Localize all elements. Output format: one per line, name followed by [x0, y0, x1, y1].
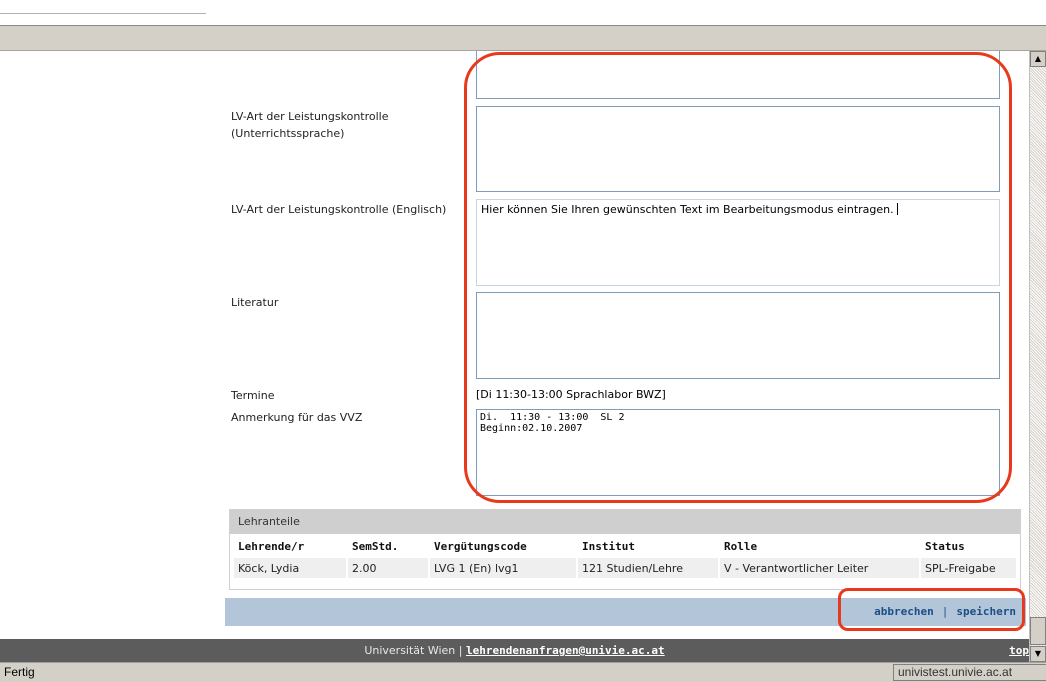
lehranteile-title: Lehranteile: [230, 510, 1020, 534]
cell-status: SPL-Freigabe: [921, 558, 1016, 578]
lv-art-englisch-text: Hier können Sie Ihren gewünschten Text i…: [481, 203, 894, 216]
text-cursor: [896, 203, 898, 215]
status-text: Fertig: [4, 665, 35, 679]
cell-lehrende: Köck, Lydia: [234, 558, 346, 578]
cancel-link[interactable]: abbrechen: [874, 605, 934, 618]
anmerkung-label: Anmerkung für das VVZ: [231, 411, 363, 424]
literatur-textarea[interactable]: [476, 292, 1000, 379]
action-links: abbrechen | speichern: [874, 598, 1016, 626]
lv-art-unterricht-label-line2: (Unterrichtssprache): [231, 127, 345, 140]
footer-email-link[interactable]: lehrendenanfragen@univie.ac.at: [466, 644, 665, 657]
column-header-status: Status: [925, 539, 965, 553]
browser-status-bar: Fertig univistest.univie.ac.at: [0, 662, 1046, 682]
column-header-semstd: SemStd.: [352, 539, 399, 553]
table-header-row: Lehrende/r SemStd. Vergütungscode Instit…: [234, 536, 1016, 556]
lv-art-unterricht-label-line1: LV-Art der Leistungskontrolle: [231, 110, 389, 123]
lv-art-englisch-editor[interactable]: Hier können Sie Ihren gewünschten Text i…: [476, 199, 1000, 286]
scroll-thumb[interactable]: [1030, 617, 1046, 645]
column-header-institut: Institut: [582, 539, 635, 553]
lv-art-unterricht-label: LV-Art der Leistungskontrolle (Unterrich…: [231, 108, 389, 142]
column-header-rolle: Rolle: [724, 539, 758, 553]
page-content: LV-Art der Leistungskontrolle (Unterrich…: [0, 51, 1029, 639]
column-header-lehrende: Lehrende/r: [238, 539, 305, 553]
anmerkung-textarea[interactable]: Di. 11:30 - 13:00 SL 2 Beginn:02.10.2007: [476, 409, 1000, 496]
browser-tab-strip: [0, 0, 206, 14]
save-link[interactable]: speichern: [956, 605, 1016, 618]
footer-center: Universität Wien | lehrendenanfragen@uni…: [0, 639, 1029, 662]
previous-textarea[interactable]: [476, 51, 1000, 99]
cell-rolle: V - Verantwortlicher Leiter: [720, 558, 919, 578]
action-separator: |: [941, 605, 949, 618]
cell-institut: 121 Studien/Lehre: [578, 558, 718, 578]
termine-label: Termine: [231, 389, 275, 402]
footer-org: Universität Wien |: [364, 644, 463, 657]
browser-top-bar: [0, 0, 1046, 26]
column-header-verguetungscode: Vergütungscode: [434, 539, 527, 553]
cell-verguetungscode: LVG 1 (En) lvg1: [430, 558, 576, 578]
lv-art-englisch-label: LV-Art der Leistungskontrolle (Englisch): [231, 203, 447, 216]
page-footer: Universität Wien | lehrendenanfragen@uni…: [0, 639, 1029, 662]
cell-semstd: 2.00: [348, 558, 428, 578]
action-bar: abbrechen | speichern: [225, 598, 1026, 626]
lehranteile-table: Lehrende/r SemStd. Vergütungscode Instit…: [232, 534, 1018, 580]
status-host: univistest.univie.ac.at: [893, 664, 1046, 681]
literatur-label: Literatur: [231, 296, 279, 309]
vertical-scrollbar[interactable]: ▲ ▼: [1029, 51, 1046, 662]
lehranteile-panel: Lehranteile Lehrende/r SemStd. Vergütung…: [229, 509, 1021, 590]
table-row: Köck, Lydia 2.00 LVG 1 (En) lvg1 121 Stu…: [234, 558, 1016, 578]
lv-art-unterricht-textarea[interactable]: [476, 106, 1000, 192]
scroll-up-icon[interactable]: ▲: [1030, 51, 1046, 67]
scroll-down-icon[interactable]: ▼: [1030, 646, 1046, 662]
top-link[interactable]: top: [1009, 639, 1029, 662]
termine-value: [Di 11:30-13:00 Sprachlabor BWZ]: [476, 388, 666, 401]
browser-toolbar: [0, 26, 1046, 51]
